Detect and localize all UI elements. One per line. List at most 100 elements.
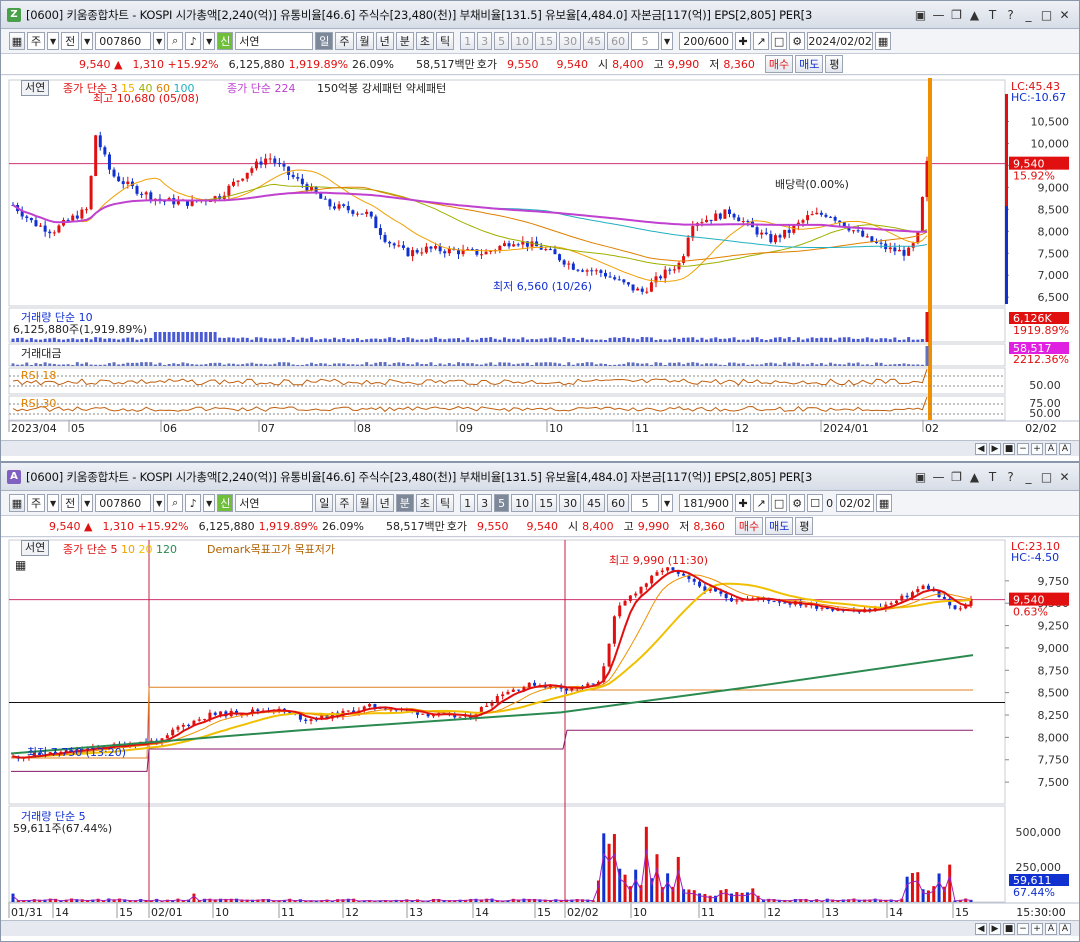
interval-3[interactable]: 3 bbox=[477, 32, 493, 50]
period-month[interactable]: 월 bbox=[355, 32, 374, 50]
checkbox-icon[interactable]: ☐ bbox=[807, 494, 824, 512]
date-field[interactable]: 02/02 bbox=[836, 494, 875, 512]
top-chart-area[interactable]: 10,50010,0009,5009,0008,5008,0007,5007,0… bbox=[1, 76, 1080, 462]
interval-1[interactable]: 1 bbox=[460, 32, 476, 50]
chevron-down-icon[interactable]: ▼ bbox=[203, 32, 216, 50]
indicator-icon[interactable]: ✚ bbox=[735, 494, 752, 512]
max-icon[interactable]: □ bbox=[1040, 8, 1053, 22]
interval-select[interactable]: 5 bbox=[631, 494, 660, 512]
grid-menu-icon[interactable]: ▦ bbox=[9, 32, 25, 50]
chevron-down-icon[interactable]: ▼ bbox=[47, 494, 60, 512]
close-icon[interactable]: ✕ bbox=[1058, 8, 1071, 22]
mode2-select[interactable]: 전 bbox=[61, 32, 80, 50]
bottom-chart-svg[interactable]: 9,7509,5009,2509,0008,7508,5008,2508,000… bbox=[1, 538, 1080, 942]
max-icon[interactable]: □ bbox=[1040, 470, 1053, 484]
chevron-down-icon[interactable]: ▼ bbox=[81, 494, 94, 512]
save-icon[interactable]: □ bbox=[771, 32, 788, 50]
zoom-in-icon[interactable]: + bbox=[1031, 442, 1043, 455]
help-icon[interactable]: ? bbox=[1004, 8, 1017, 22]
period-week[interactable]: 주 bbox=[335, 32, 354, 50]
buy-button[interactable]: 매수 bbox=[764, 55, 794, 73]
mode2-select[interactable]: 전 bbox=[61, 494, 80, 512]
top-scrollbar[interactable]: ◀ ▶ ■ − + A A bbox=[1, 440, 1079, 456]
font-up-icon[interactable]: A bbox=[1059, 922, 1071, 935]
min-icon[interactable]: _ bbox=[1022, 8, 1035, 22]
scroll-right-icon[interactable]: ▶ bbox=[989, 922, 1001, 935]
interval-30[interactable]: 30 bbox=[559, 494, 582, 512]
trend-icon[interactable]: ↗ bbox=[753, 494, 770, 512]
even-button[interactable]: 평 bbox=[825, 55, 844, 73]
speaker-icon[interactable]: ♪ bbox=[185, 494, 202, 512]
link-icon[interactable]: ▣ bbox=[914, 470, 927, 484]
scroll-end-icon[interactable]: ■ bbox=[1003, 442, 1015, 455]
save-icon[interactable]: □ bbox=[771, 494, 788, 512]
font-down-icon[interactable]: A bbox=[1045, 922, 1057, 935]
bottom-titlebar[interactable]: A [0600] 키움종합차트 - KOSPI 시가총액[2,240(억)] 유… bbox=[1, 463, 1079, 491]
chevron-down-icon[interactable]: ▼ bbox=[47, 32, 60, 50]
date-field[interactable]: 2024/02/02 bbox=[807, 32, 874, 50]
text-icon[interactable]: T bbox=[986, 8, 999, 22]
bottom-chart-area[interactable]: 9,7509,5009,2509,0008,7508,5008,2508,000… bbox=[1, 538, 1080, 942]
interval-15[interactable]: 15 bbox=[535, 32, 558, 50]
period-minute[interactable]: 분 bbox=[395, 32, 414, 50]
interval-1[interactable]: 1 bbox=[460, 494, 476, 512]
zoom-out-icon[interactable]: − bbox=[1017, 442, 1029, 455]
even-button[interactable]: 평 bbox=[795, 517, 814, 535]
scroll-left-icon[interactable]: ◀ bbox=[975, 922, 987, 935]
restore-icon[interactable]: ❐ bbox=[950, 470, 963, 484]
period-minute[interactable]: 분 bbox=[395, 494, 414, 512]
stock-code-input[interactable]: 007860 bbox=[95, 494, 152, 512]
sell-button[interactable]: 매도 bbox=[795, 55, 824, 73]
interval-15[interactable]: 15 bbox=[535, 494, 558, 512]
scroll-left-icon[interactable]: ◀ bbox=[975, 442, 987, 455]
interval-10[interactable]: 10 bbox=[511, 494, 534, 512]
calendar-icon[interactable]: ▦ bbox=[875, 32, 892, 50]
interval-60[interactable]: 60 bbox=[607, 494, 630, 512]
buy-button[interactable]: 매수 bbox=[734, 517, 764, 535]
trend-icon[interactable]: ↗ bbox=[753, 32, 770, 50]
scroll-end-icon[interactable]: ■ bbox=[1003, 922, 1015, 935]
mode1-select[interactable]: 주 bbox=[27, 494, 46, 512]
minimize-icon[interactable]: — bbox=[932, 470, 945, 484]
interval-30[interactable]: 30 bbox=[559, 32, 582, 50]
min-icon[interactable]: _ bbox=[1022, 470, 1035, 484]
top-titlebar[interactable]: Z [0600] 키움종합차트 - KOSPI 시가총액[2,240(억)] 유… bbox=[1, 1, 1079, 29]
interval-60[interactable]: 60 bbox=[607, 32, 630, 50]
interval-45[interactable]: 45 bbox=[583, 32, 606, 50]
stock-code-input[interactable]: 007860 bbox=[95, 32, 152, 50]
top-chart-svg[interactable]: 10,50010,0009,5009,0008,5008,0007,5007,0… bbox=[1, 76, 1080, 462]
chevron-down-icon[interactable]: ▼ bbox=[81, 32, 94, 50]
period-tick[interactable]: 틱 bbox=[436, 494, 455, 512]
interval-45[interactable]: 45 bbox=[583, 494, 606, 512]
speaker-icon[interactable]: ♪ bbox=[185, 32, 202, 50]
scroll-right-icon[interactable]: ▶ bbox=[989, 442, 1001, 455]
chevron-down-icon[interactable]: ▼ bbox=[661, 494, 674, 512]
search-icon[interactable]: ⌕ bbox=[167, 32, 184, 50]
period-year[interactable]: 년 bbox=[375, 32, 394, 50]
indicator-icon[interactable]: ✚ bbox=[735, 32, 752, 50]
period-tick[interactable]: 틱 bbox=[436, 32, 455, 50]
interval-5[interactable]: 5 bbox=[494, 494, 510, 512]
period-second[interactable]: 초 bbox=[415, 32, 434, 50]
interval-10[interactable]: 10 bbox=[511, 32, 534, 50]
help-icon[interactable]: ? bbox=[1004, 470, 1017, 484]
chevron-down-icon[interactable]: ▼ bbox=[153, 494, 166, 512]
interval-5[interactable]: 5 bbox=[494, 32, 510, 50]
period-second[interactable]: 초 bbox=[415, 494, 434, 512]
search-icon[interactable]: ⌕ bbox=[167, 494, 184, 512]
period-week[interactable]: 주 bbox=[335, 494, 354, 512]
font-down-icon[interactable]: A bbox=[1045, 442, 1057, 455]
chevron-down-icon[interactable]: ▼ bbox=[661, 32, 674, 50]
link-icon[interactable]: ▣ bbox=[914, 8, 927, 22]
pin-icon[interactable]: ▲ bbox=[968, 8, 981, 22]
grid-toggle-icon[interactable]: ▦ bbox=[15, 558, 26, 572]
chevron-down-icon[interactable]: ▼ bbox=[203, 494, 216, 512]
calendar-icon[interactable]: ▦ bbox=[876, 494, 893, 512]
mode1-select[interactable]: 주 bbox=[27, 32, 46, 50]
settings-icon[interactable]: ⚙ bbox=[789, 32, 806, 50]
period-day[interactable]: 일 bbox=[315, 32, 334, 50]
settings-icon[interactable]: ⚙ bbox=[789, 494, 806, 512]
interval-select[interactable]: 5 bbox=[631, 32, 660, 50]
bottom-stock-button[interactable]: 서연 bbox=[21, 540, 50, 556]
chevron-down-icon[interactable]: ▼ bbox=[153, 32, 166, 50]
